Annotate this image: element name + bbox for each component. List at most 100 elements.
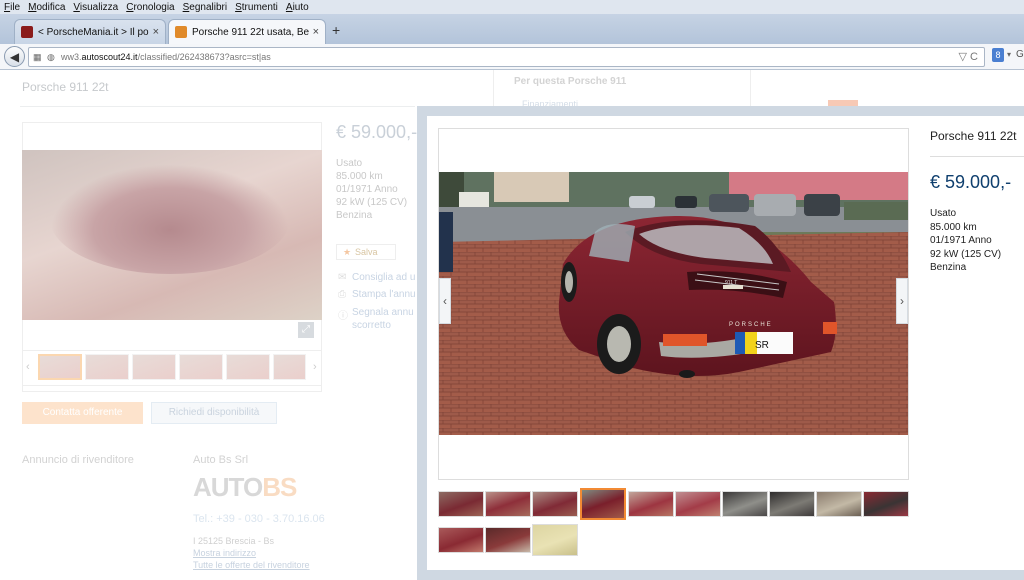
menu-cronologia[interactable]: Cronologia [126, 2, 174, 13]
page-title: Porsche 911 22t [22, 80, 109, 94]
chevron-right-icon: › [900, 294, 904, 308]
search-hint[interactable]: G [1016, 49, 1024, 60]
gallery-thumbnail[interactable] [532, 524, 578, 556]
recommend-link[interactable]: ✉ Consiglia ad u [338, 272, 415, 283]
print-icon: ⎙ [338, 289, 346, 300]
divider [20, 106, 415, 107]
search-engine-icon[interactable]: 8 [992, 48, 1004, 62]
page-thumbnail[interactable] [226, 354, 270, 380]
gallery-thumbnail[interactable] [438, 491, 484, 517]
save-button[interactable]: ★ Salva [336, 244, 396, 260]
dealer-label: Annuncio di rivenditore [22, 454, 134, 466]
gallery-thumbnail[interactable] [722, 491, 768, 517]
menu-modifica[interactable]: Modifica [28, 2, 65, 13]
contact-seller-button[interactable]: Contatta offerente [22, 402, 143, 424]
dealer-logo: AUTOBS [193, 472, 297, 502]
gallery-thumbnail[interactable] [769, 491, 815, 517]
show-address-link[interactable]: Mostra indirizzo [193, 548, 256, 558]
nav-bar: ◀ ▦ ◍ ww3. autoscout24.it /classified/26… [0, 44, 1024, 70]
gallery-thumbnail[interactable] [863, 491, 909, 517]
reload-controls[interactable]: ▽ C [959, 50, 978, 63]
next-photo-button[interactable]: › [896, 278, 908, 324]
url-bar[interactable]: ▦ ◍ ww3. autoscout24.it /classified/2624… [28, 47, 985, 67]
page-thumbnail[interactable] [38, 354, 82, 380]
spec-mileage: 85.000 km [336, 171, 383, 182]
chevron-left-icon[interactable]: ‹ [26, 361, 30, 373]
close-tab-icon[interactable]: × [153, 26, 159, 38]
tab-title: < PorscheMania.it > Il port... [38, 26, 149, 38]
spec-year: 01/1971 Anno [930, 235, 992, 246]
main-photo[interactable] [22, 150, 322, 320]
report-link-cont[interactable]: scorretto [352, 320, 391, 331]
gallery-thumbnail[interactable] [485, 491, 531, 517]
menu-bar: File Modifica Visualizza Cronologia Segn… [0, 0, 1024, 14]
dealer-phone: Tel.: +39 - 030 - 3.70.16.06 [193, 513, 325, 525]
url-prefix: ww3. [61, 52, 82, 62]
spec-power: 92 kW (125 CV) [930, 248, 1002, 260]
tab-autoscout[interactable]: Porsche 911 22t usata, Ben... × [168, 19, 326, 44]
tab-strip: < PorscheMania.it > Il port... × Porsche… [0, 14, 1024, 44]
all-offers-link[interactable]: Tutte le offerte del rivenditore [193, 560, 310, 570]
page-thumbnail[interactable] [179, 354, 223, 380]
expand-icon[interactable]: ⤢ [298, 322, 314, 338]
close-tab-icon[interactable]: × [313, 26, 319, 38]
menu-segnalibri[interactable]: Segnalibri [183, 2, 227, 13]
spec-mileage: 85.000 km [930, 221, 977, 233]
car-silhouette [50, 164, 290, 274]
spec-year: 01/1971 Anno [336, 184, 398, 195]
url-path: /classified/262438673?asrc=st|as [137, 52, 271, 62]
spec-condition: Usato [930, 208, 957, 219]
page-thumbnail[interactable] [273, 354, 306, 380]
page-thumbnail[interactable] [132, 354, 176, 380]
spec-power: 92 kW (125 CV) [336, 197, 408, 208]
prev-photo-button[interactable]: ‹ [439, 278, 451, 324]
gallery-thumbnail-selected[interactable] [580, 488, 626, 520]
plate-text: SR [755, 340, 769, 351]
spec-condition: Usato [336, 158, 363, 169]
gallery-thumbnail[interactable] [816, 491, 862, 517]
tab-title: Porsche 911 22t usata, Ben... [192, 26, 309, 38]
divider [493, 70, 494, 106]
divider [750, 70, 751, 106]
menu-file[interactable]: File [4, 2, 20, 13]
chevron-right-icon[interactable]: › [313, 361, 317, 373]
divider [930, 156, 1024, 157]
gallery-thumbnail[interactable] [485, 527, 531, 553]
car-photo[interactable]: SR 911 T PORSCHE [439, 172, 908, 435]
spec-fuel: Benzina [336, 210, 373, 221]
back-button[interactable]: ◀ [4, 46, 25, 67]
gallery-thumbnail[interactable] [675, 491, 721, 517]
gallery-thumbnail[interactable] [628, 491, 674, 517]
site-identity-icon[interactable]: ▦ [33, 52, 43, 62]
car-favicon-icon [175, 26, 187, 38]
tab-porschemania[interactable]: < PorscheMania.it > Il port... × [14, 19, 166, 44]
mail-icon: ✉ [338, 272, 347, 283]
page-price: € 59.000,- [336, 122, 418, 142]
chevron-left-icon: ‹ [443, 294, 447, 308]
page-thumbnail[interactable] [85, 354, 129, 380]
menu-visualizza[interactable]: Visualizza [73, 2, 118, 13]
right-panel-title: Per questa Porsche 911 [514, 76, 627, 87]
search-dropdown-icon[interactable]: ▾ [1007, 50, 1011, 59]
overlay-price: € 59.000,- [930, 172, 1012, 192]
menu-aiuto[interactable]: Aiuto [286, 2, 309, 13]
overlay-specs: Usato 85.000 km 01/1971 Anno 92 kW (125 … [930, 207, 1001, 275]
report-link[interactable]: ⓘ Segnala annu [338, 307, 414, 322]
print-link[interactable]: ⎙ Stampa l'annu [338, 289, 416, 300]
star-icon: ★ [343, 247, 352, 257]
gallery-thumbnail[interactable] [438, 527, 484, 553]
request-availability-button[interactable]: Richiedi disponibilità [151, 402, 277, 424]
save-label: Salva [355, 247, 378, 257]
car-photo-drawing: SR 911 T PORSCHE [439, 172, 908, 435]
car-badge-text: 911 T [725, 280, 737, 286]
back-arrow-icon: ◀ [9, 49, 20, 64]
browser-window: File Modifica Visualizza Cronologia Segn… [0, 0, 1024, 580]
menu-strumenti[interactable]: Strumenti [235, 2, 278, 13]
rear-lettering: PORSCHE [729, 322, 773, 328]
page-specs: Usato 85.000 km 01/1971 Anno 92 kW (125 … [336, 157, 407, 222]
dealer-name: Auto Bs Srl [193, 454, 249, 466]
overlay-title: Porsche 911 22t [930, 129, 1017, 143]
spec-fuel: Benzina [930, 262, 967, 273]
new-tab-button[interactable]: + [332, 22, 340, 38]
gallery-thumbnail[interactable] [532, 491, 578, 517]
